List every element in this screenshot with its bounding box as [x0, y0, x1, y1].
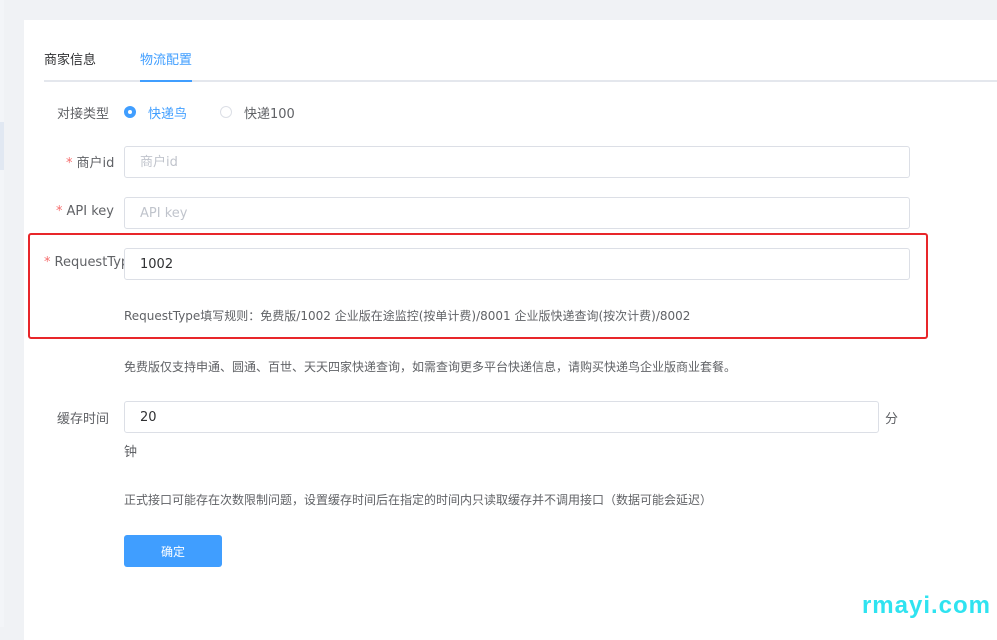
radio-kdniao[interactable]: 快递鸟 [124, 103, 188, 122]
free-version-notice: 免费版仅支持申通、圆通、百世、天天四家快递查询，如需查询更多平台快递信息，请购买… [124, 360, 737, 374]
watermark-text: rmayi.com [861, 592, 991, 619]
cache-time-input[interactable] [124, 401, 879, 433]
required-asterisk: * [56, 204, 63, 219]
required-asterisk: * [44, 255, 51, 270]
required-asterisk: * [66, 156, 73, 171]
type-label: 对接类型 [57, 107, 110, 122]
confirm-button[interactable]: 确定 [124, 535, 222, 567]
api-key-label-text: API key [66, 204, 114, 219]
tab-logistics-config[interactable]: 物流配置 [140, 52, 193, 82]
request-type-input[interactable] [124, 248, 910, 280]
radio-kuaidi100[interactable]: 快递100 [220, 103, 295, 122]
cache-time-label: 缓存时间 [57, 412, 110, 427]
radio-kdniao-label: 快递鸟 [148, 106, 188, 122]
tab-merchant-info[interactable]: 商家信息 [44, 52, 96, 80]
settings-tabs: 商家信息 物流配置 [44, 52, 997, 82]
cache-time-unit-2: 钟 [124, 445, 138, 460]
cache-time-notice: 正式接口可能存在次数限制问题，设置缓存时间后在指定的时间内只读取缓存并不调用接口… [124, 493, 713, 507]
radio-checked-icon [124, 106, 136, 118]
request-type-rule: RequestType填写规则：免费版/1002 企业版在途监控(按单计费)/8… [124, 309, 691, 323]
request-type-label: * RequestTyp [44, 255, 124, 270]
cache-time-unit-1: 分 [885, 412, 899, 427]
merchant-id-input[interactable] [124, 146, 910, 178]
api-key-label: * API key [56, 204, 114, 219]
request-type-label-text: RequestTyp [54, 255, 125, 270]
side-strip-marker [0, 122, 4, 170]
api-key-input[interactable] [124, 197, 910, 229]
merchant-id-label: * 商户id [66, 152, 114, 171]
radio-unchecked-icon [220, 106, 232, 118]
merchant-id-label-text: 商户id [76, 156, 115, 171]
side-strip [0, 0, 4, 627]
radio-kuaidi100-label: 快递100 [244, 106, 295, 122]
